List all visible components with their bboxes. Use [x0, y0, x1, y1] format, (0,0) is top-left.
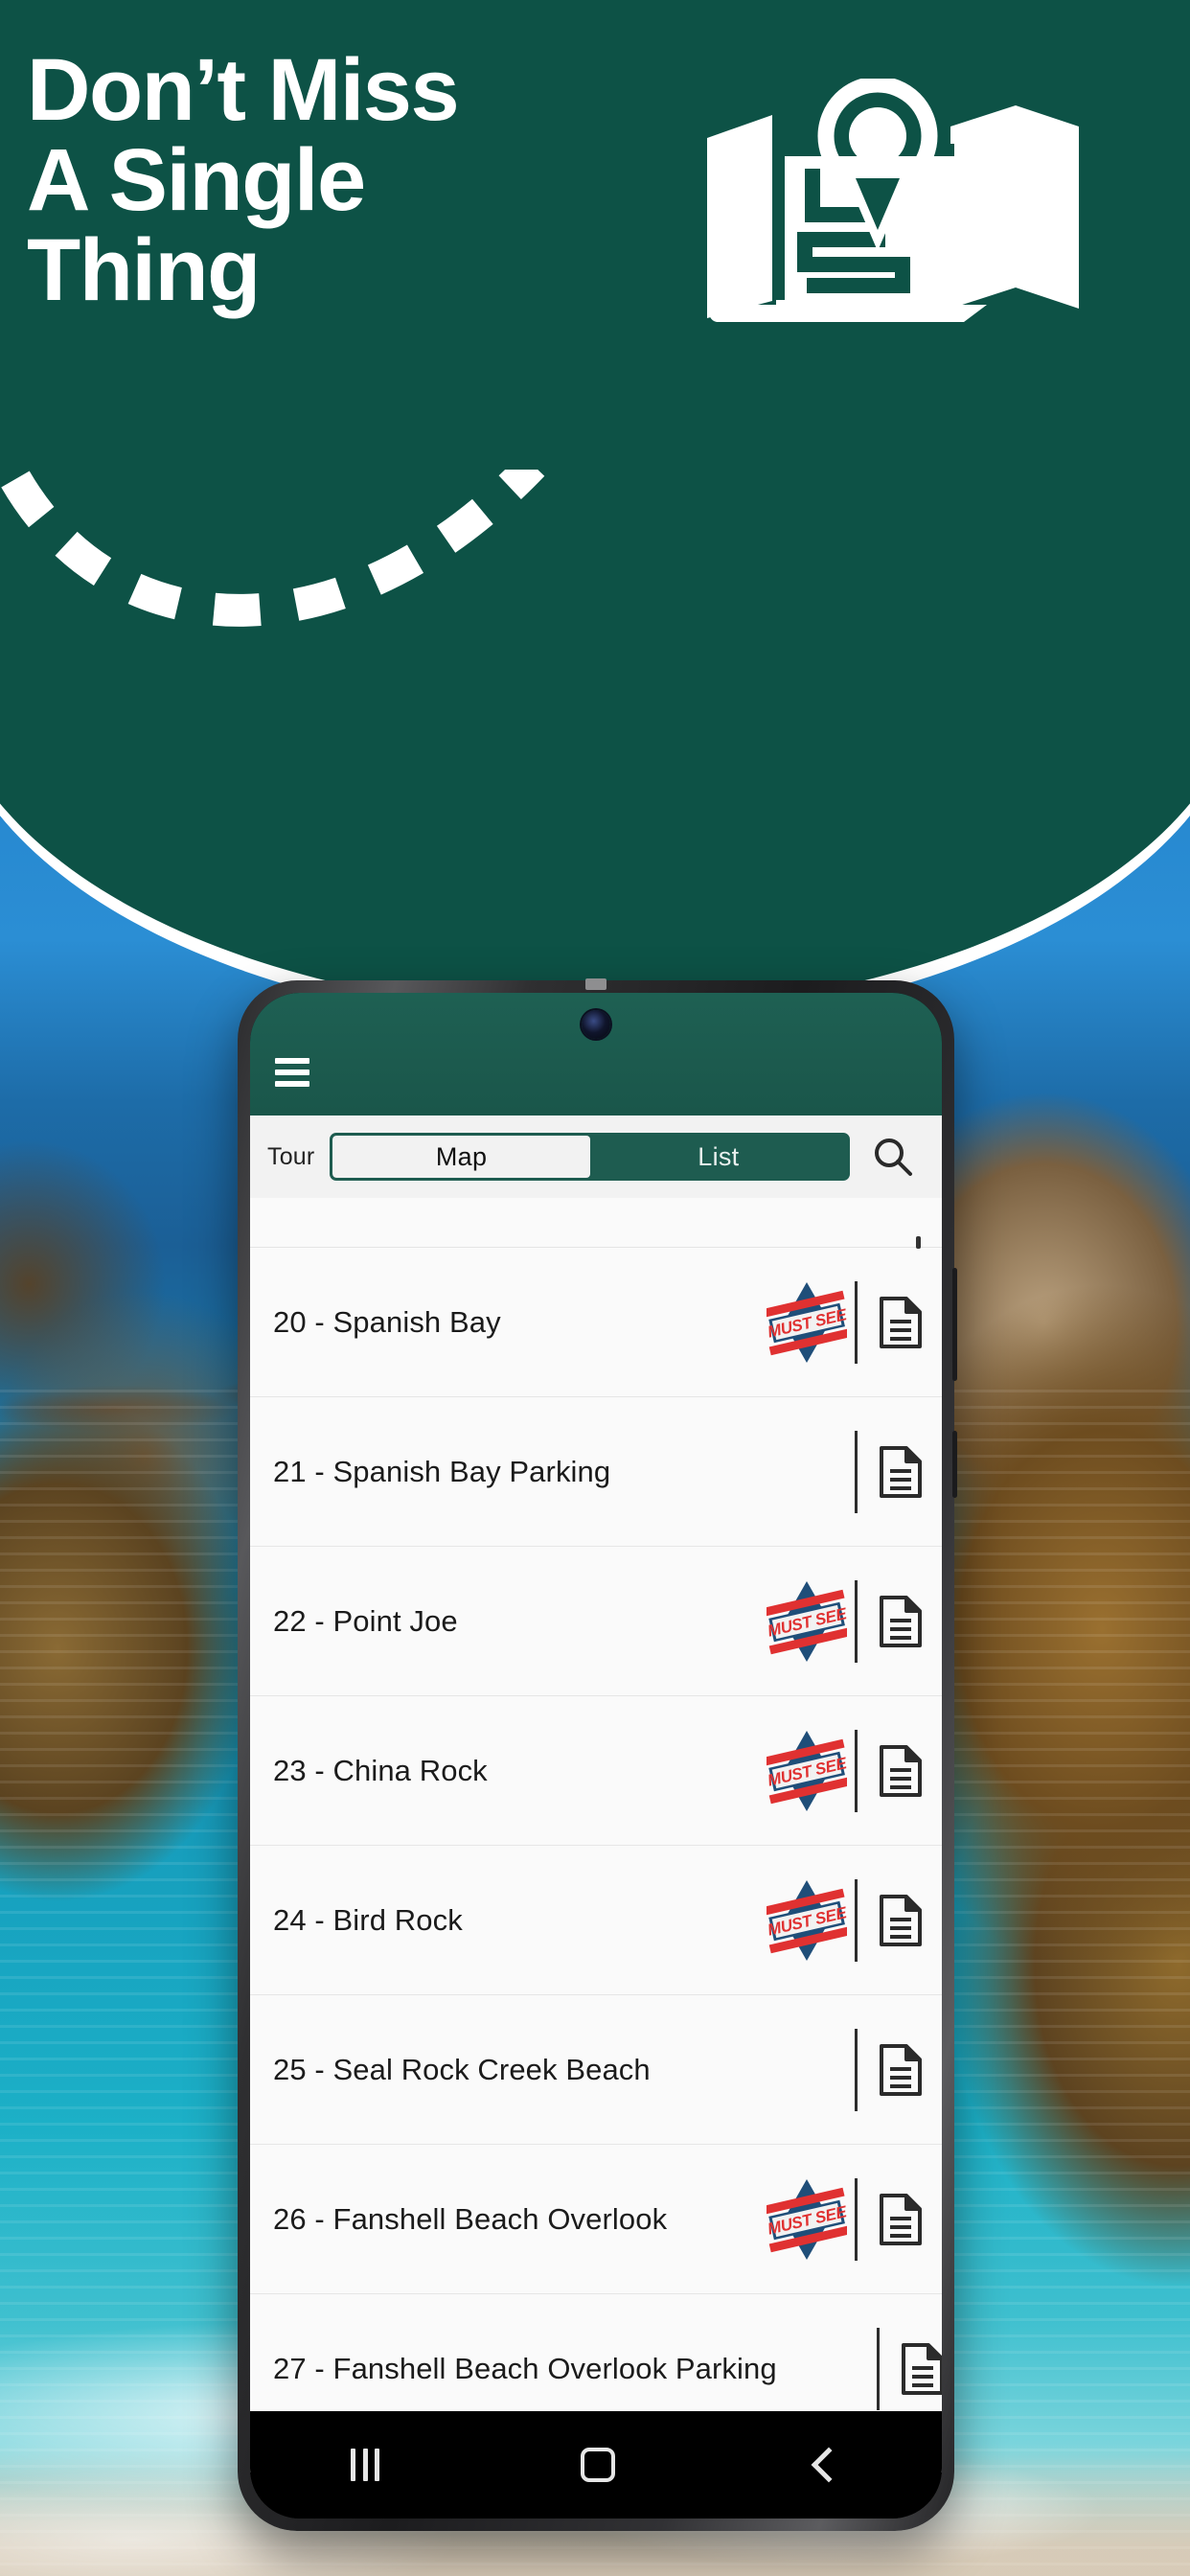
scroll-indicator[interactable] — [916, 1236, 921, 1249]
tour-label: Tour — [267, 1142, 315, 1170]
document-icon[interactable] — [875, 1744, 927, 1798]
volume-button[interactable] — [952, 1268, 957, 1381]
must-see-badge: MUST SEE — [767, 1727, 847, 1815]
app-bar — [250, 993, 942, 1116]
map-with-pin-icon — [699, 76, 1083, 333]
list-item-label: 21 - Spanish Bay Parking — [273, 1454, 611, 1488]
document-icon[interactable] — [875, 2043, 927, 2097]
list-item-label: 24 - Bird Rock — [273, 1902, 463, 1937]
row-divider — [855, 2177, 858, 2261]
page-title: Don’t Miss A Single Thing — [27, 41, 460, 319]
row-divider — [876, 2327, 880, 2410]
badge-placeholder — [789, 2325, 869, 2413]
badge-placeholder — [767, 2026, 847, 2114]
tab-map[interactable]: Map — [332, 1136, 590, 1178]
row-divider — [855, 1729, 858, 1812]
recents-icon[interactable] — [351, 2449, 379, 2481]
earpiece-speaker — [585, 978, 606, 990]
phone-screen: Tour Map List 20 - Spanish Bay MUST SEE … — [250, 993, 942, 2518]
list-item-label: 27 - Fanshell Beach Overlook Parking — [273, 2351, 777, 2385]
list-item-label: 23 - China Rock — [273, 1753, 488, 1787]
document-icon[interactable] — [897, 2342, 942, 2396]
tour-toolbar: Tour Map List — [250, 1116, 942, 1198]
front-camera-icon — [582, 1010, 610, 1039]
android-nav-bar — [250, 2411, 942, 2518]
row-divider — [855, 1280, 858, 1364]
power-button[interactable] — [952, 1431, 957, 1498]
must-see-badge: MUST SEE — [767, 1876, 847, 1965]
list-item-label: 22 - Point Joe — [273, 1603, 458, 1638]
phone-mockup: Tour Map List 20 - Spanish Bay MUST SEE … — [238, 978, 957, 2531]
list-item-label: 25 - Seal Rock Creek Beach — [273, 2052, 651, 2086]
list-item[interactable]: 21 - Spanish Bay Parking — [250, 1397, 942, 1547]
list-scroll-gap — [250, 1198, 942, 1249]
search-icon[interactable] — [865, 1129, 921, 1184]
back-icon[interactable] — [811, 2447, 847, 2483]
list-item-label: 20 - Spanish Bay — [273, 1304, 501, 1339]
must-see-badge: MUST SEE — [767, 1278, 847, 1367]
hamburger-menu-icon[interactable] — [275, 1058, 309, 1092]
row-divider — [855, 1878, 858, 1962]
badge-placeholder — [767, 1428, 847, 1516]
list-item[interactable]: 22 - Point Joe MUST SEE — [250, 1547, 942, 1696]
row-divider — [855, 1579, 858, 1663]
document-icon[interactable] — [875, 1445, 927, 1499]
document-icon[interactable] — [875, 2193, 927, 2246]
tab-list[interactable]: List — [590, 1136, 847, 1178]
map-list-segmented-control[interactable]: Map List — [330, 1133, 850, 1181]
list-item[interactable]: 24 - Bird Rock MUST SEE — [250, 1846, 942, 1995]
list-item[interactable]: 25 - Seal Rock Creek Beach — [250, 1995, 942, 2145]
row-divider — [855, 1430, 858, 1513]
must-see-badge: MUST SEE — [767, 1577, 847, 1666]
document-icon[interactable] — [875, 1296, 927, 1349]
document-icon[interactable] — [875, 1595, 927, 1648]
list-item[interactable]: 23 - China Rock MUST SEE — [250, 1696, 942, 1846]
poi-list[interactable]: 20 - Spanish Bay MUST SEE 21 - Spanish B… — [250, 1198, 942, 2472]
must-see-badge: MUST SEE — [767, 2175, 847, 2264]
dashed-curve-decoration — [0, 453, 613, 666]
list-item-label: 26 - Fanshell Beach Overlook — [273, 2201, 668, 2236]
row-divider — [855, 2028, 858, 2111]
list-item[interactable]: 26 - Fanshell Beach Overlook MUST SEE — [250, 2145, 942, 2294]
document-icon[interactable] — [875, 1894, 927, 1947]
list-item[interactable]: 20 - Spanish Bay MUST SEE — [250, 1248, 942, 1397]
hero-panel: Don’t Miss A Single Thing — [0, 0, 1190, 1012]
home-icon[interactable] — [581, 2448, 615, 2482]
